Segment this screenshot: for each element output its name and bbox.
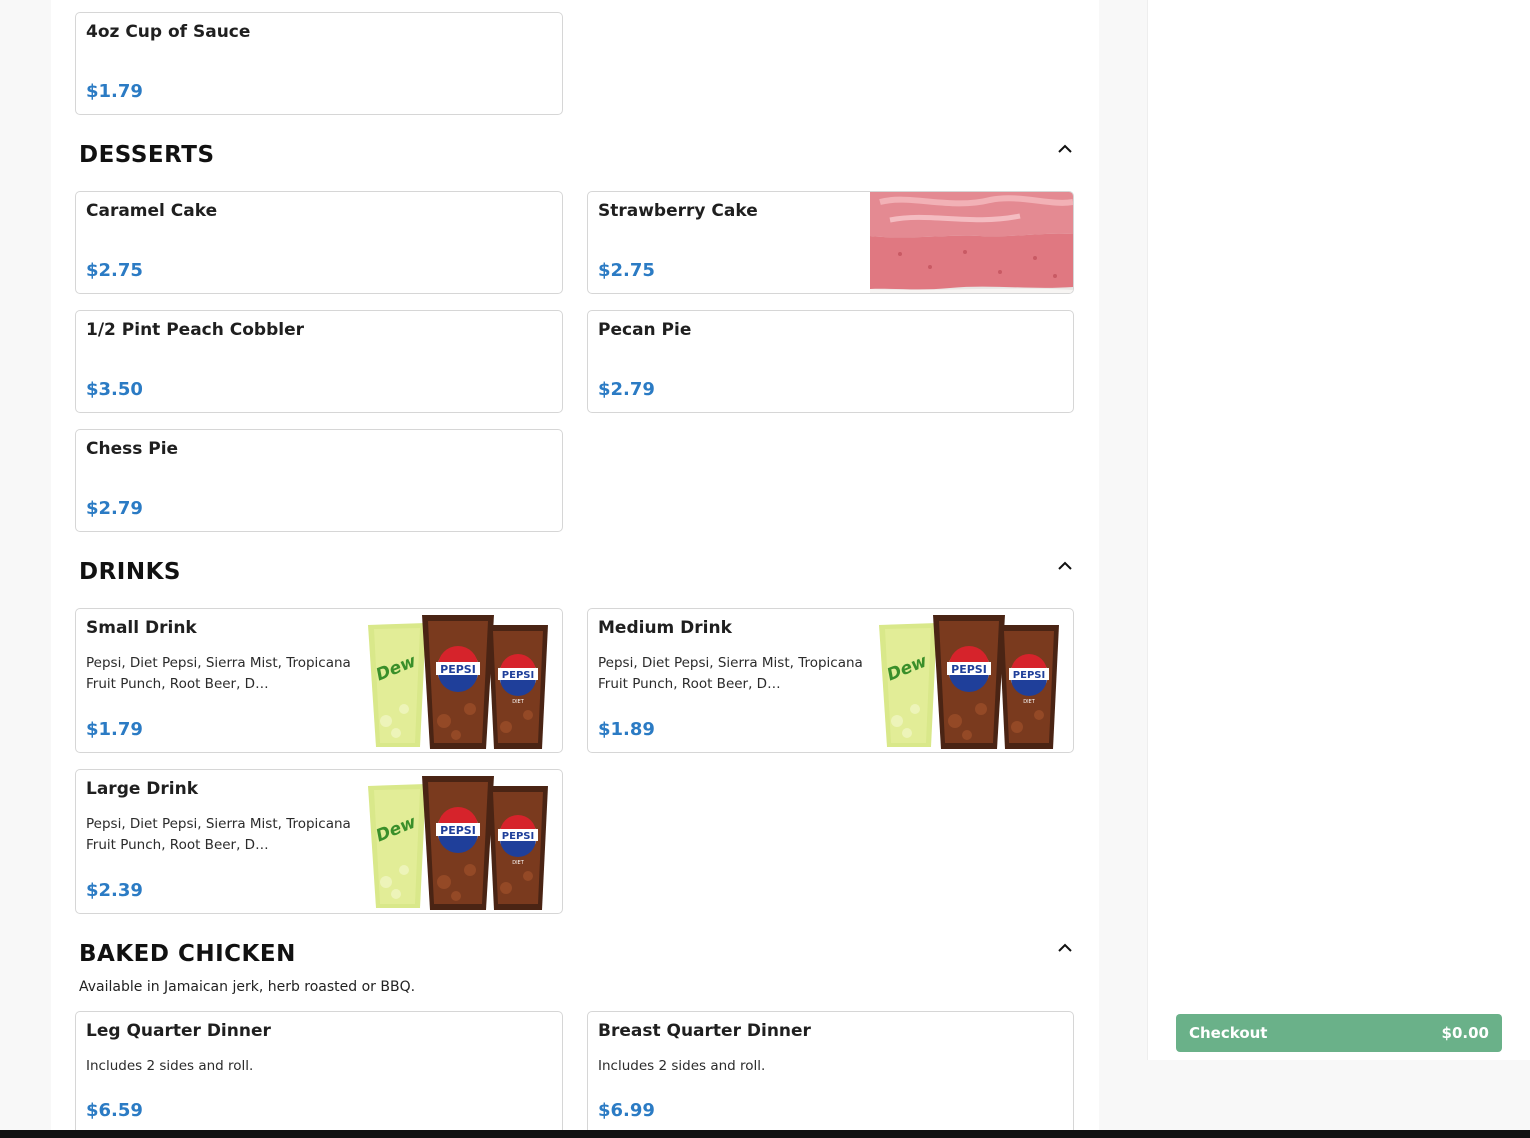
item-description: Includes 2 sides and roll.	[86, 1058, 254, 1074]
item-price: $2.79	[86, 498, 143, 519]
menu-item-card-strawberry-cake[interactable]: Strawberry Cake $2.75	[587, 191, 1074, 294]
item-name: Strawberry Cake	[598, 201, 758, 221]
item-description: Pepsi, Diet Pepsi, Sierra Mist, Tropican…	[86, 655, 351, 692]
item-price: $2.75	[86, 260, 143, 281]
strawberry-cake-image	[870, 192, 1073, 293]
item-price: $6.59	[86, 1100, 143, 1121]
menu-item-card-pecan-pie[interactable]: Pecan Pie $2.79	[587, 310, 1074, 413]
chevron-up-icon[interactable]	[1057, 560, 1073, 572]
drinks-image	[366, 772, 552, 912]
item-price: $1.89	[598, 719, 655, 740]
item-name: Chess Pie	[86, 439, 179, 459]
drinks-image	[877, 611, 1063, 751]
item-price: $6.99	[598, 1100, 655, 1121]
cart-panel	[1147, 0, 1530, 1060]
item-name: Large Drink	[86, 779, 199, 799]
section-title-baked-chicken: BAKED CHICKEN	[79, 941, 296, 967]
item-price: $2.79	[598, 379, 655, 400]
section-title-drinks: DRINKS	[79, 559, 181, 585]
item-name: Medium Drink	[598, 618, 732, 638]
item-name: 1/2 Pint Peach Cobbler	[86, 320, 305, 340]
menu-item-card-peach-cobbler[interactable]: 1/2 Pint Peach Cobbler $3.50	[75, 310, 563, 413]
item-price: $1.79	[86, 81, 143, 102]
menu-item-card-caramel-cake[interactable]: Caramel Cake $2.75	[75, 191, 563, 294]
checkout-total: $0.00	[1441, 1024, 1489, 1042]
chevron-up-icon[interactable]	[1057, 143, 1073, 155]
menu-item-card-chess-pie[interactable]: Chess Pie $2.79	[75, 429, 563, 532]
drinks-image	[366, 611, 552, 751]
menu-item-card-small-drink[interactable]: Small Drink Pepsi, Diet Pepsi, Sierra Mi…	[75, 608, 563, 753]
item-price: $1.79	[86, 719, 143, 740]
menu-item-card-leg-quarter-dinner[interactable]: Leg Quarter Dinner Includes 2 sides and …	[75, 1011, 563, 1136]
item-name: Caramel Cake	[86, 201, 218, 221]
item-price: $3.50	[86, 379, 143, 400]
checkout-label: Checkout	[1189, 1024, 1268, 1042]
menu-item-card-medium-drink[interactable]: Medium Drink Pepsi, Diet Pepsi, Sierra M…	[587, 608, 1074, 753]
item-description: Pepsi, Diet Pepsi, Sierra Mist, Tropican…	[598, 655, 863, 692]
item-name: 4oz Cup of Sauce	[86, 22, 251, 42]
menu-item-card-sauce[interactable]: 4oz Cup of Sauce $1.79	[75, 12, 563, 115]
menu-item-card-breast-quarter-dinner[interactable]: Breast Quarter Dinner Includes 2 sides a…	[587, 1011, 1074, 1136]
checkout-button[interactable]: Checkout $0.00	[1176, 1014, 1502, 1052]
item-description: Pepsi, Diet Pepsi, Sierra Mist, Tropican…	[86, 816, 351, 853]
section-subtitle: Available in Jamaican jerk, herb roasted…	[79, 979, 416, 995]
section-title-desserts: DESSERTS	[79, 142, 215, 168]
menu-column: 4oz Cup of Sauce $1.79 DESSERTS Caramel …	[51, 0, 1099, 1138]
item-name: Pecan Pie	[598, 320, 692, 340]
item-price: $2.75	[598, 260, 655, 281]
item-name: Small Drink	[86, 618, 197, 638]
item-price: $2.39	[86, 880, 143, 901]
menu-item-card-large-drink[interactable]: Large Drink Pepsi, Diet Pepsi, Sierra Mi…	[75, 769, 563, 914]
item-name: Leg Quarter Dinner	[86, 1021, 271, 1041]
item-description: Includes 2 sides and roll.	[598, 1058, 766, 1074]
chevron-up-icon[interactable]	[1057, 942, 1073, 954]
item-name: Breast Quarter Dinner	[598, 1021, 811, 1041]
bottom-edge-bar	[0, 1130, 1530, 1138]
